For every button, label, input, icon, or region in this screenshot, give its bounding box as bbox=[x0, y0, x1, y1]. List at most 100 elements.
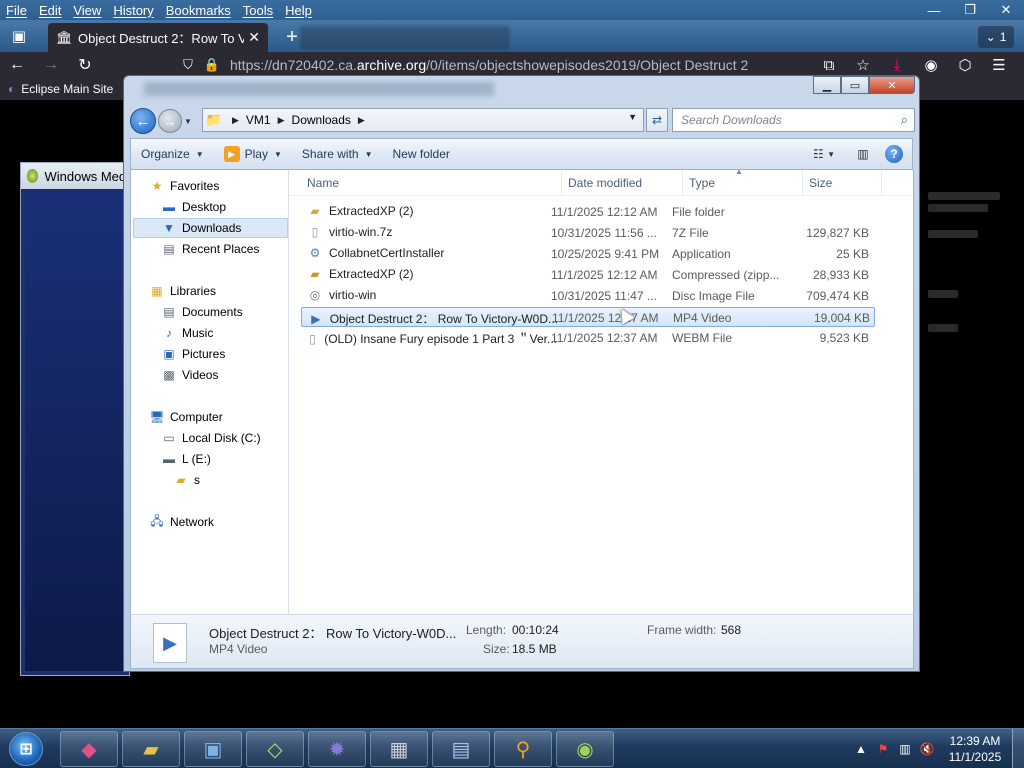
breadcrumb-chevron-icon[interactable]: ▶ bbox=[271, 115, 292, 126]
nav-network[interactable]: 🖧 Network bbox=[149, 512, 214, 532]
nav-folder-s[interactable]: ▰ s bbox=[173, 470, 200, 490]
column-divider[interactable] bbox=[561, 170, 562, 196]
column-divider[interactable] bbox=[682, 170, 683, 196]
file-row[interactable]: ▯ (OLD) Insane Fury episode 1 Part 3 ＂Ver… bbox=[301, 328, 875, 348]
url-text[interactable]: https://dn720402.ca.archive.org/0/items/… bbox=[224, 57, 816, 73]
file-row[interactable]: ◎ virtio-win 10/31/2025 11:47 ... Disc Im… bbox=[301, 286, 875, 306]
change-view-button[interactable]: ☷ ▼ bbox=[804, 142, 844, 166]
clock[interactable]: 12:39 AM 11/1/2025 bbox=[938, 733, 1012, 765]
wmp-titlebar[interactable]: Windows Medi bbox=[21, 163, 129, 189]
breadcrumb-chevron-icon[interactable]: ▶ bbox=[351, 115, 372, 126]
nav-music[interactable]: ♪ Music bbox=[161, 323, 213, 343]
firefox-view-icon[interactable]: ▣ bbox=[4, 24, 34, 48]
organize-button[interactable]: Organize ▼ bbox=[131, 142, 214, 166]
preview-pane-button[interactable]: ▥ bbox=[850, 142, 876, 166]
extensions-icon[interactable]: ⬡ bbox=[948, 56, 982, 74]
share-with-button[interactable]: Share with ▼ bbox=[292, 142, 383, 166]
reload-button[interactable]: ↻ bbox=[68, 52, 102, 78]
breadcrumb-downloads[interactable]: Downloads bbox=[292, 113, 351, 127]
action-center-icon[interactable]: ⚑ bbox=[872, 742, 894, 756]
network-tray-icon[interactable]: ▥ bbox=[894, 742, 916, 756]
tab-background-blurred[interactable] bbox=[300, 26, 510, 50]
explorer-minimize-button[interactable]: ▁ bbox=[813, 76, 841, 94]
list-all-tabs-button[interactable]: ⌄ 1 bbox=[978, 26, 1014, 48]
menu-bookmarks[interactable]: Bookmarks bbox=[160, 3, 237, 18]
taskbar-app-firefox[interactable]: ◆ bbox=[60, 731, 118, 767]
menu-edit[interactable]: Edit bbox=[33, 3, 67, 18]
search-icon[interactable]: ⌕ bbox=[901, 112, 908, 128]
nav-local-disk[interactable]: ▭ Local Disk (C:) bbox=[161, 428, 260, 448]
back-button[interactable]: ← bbox=[0, 52, 34, 78]
file-row[interactable]: ▰ ExtractedXP (2) 11/1/2025 12:12 AM Comp… bbox=[301, 265, 875, 285]
menu-tools[interactable]: Tools bbox=[237, 3, 279, 18]
help-button[interactable]: ? bbox=[882, 142, 906, 166]
play-button[interactable]: ▶ Play ▼ bbox=[214, 142, 292, 166]
taskbar-app-virus[interactable]: ✹ bbox=[308, 731, 366, 767]
forward-button[interactable]: → bbox=[34, 52, 68, 78]
show-hidden-icons-icon[interactable]: ▲ bbox=[850, 742, 872, 756]
taskbar-app-explorer[interactable]: ▰ bbox=[122, 731, 180, 767]
column-divider[interactable] bbox=[802, 170, 803, 196]
restore-button[interactable]: ❐ bbox=[952, 0, 988, 20]
column-type[interactable]: Type bbox=[689, 176, 715, 190]
file-row[interactable]: ▰ ExtractedXP (2) 11/1/2025 12:12 AM File… bbox=[301, 202, 875, 222]
nav-videos[interactable]: ▩ Videos bbox=[161, 365, 218, 385]
explorer-titlebar[interactable]: ▁ ▭ ✕ bbox=[124, 76, 919, 106]
menu-file[interactable]: File bbox=[0, 3, 33, 18]
share-with-label: Share with bbox=[301, 147, 359, 161]
file-row[interactable]: ▯ virtio-win.7z 10/31/2025 11:56 ... 7Z F… bbox=[301, 223, 875, 243]
new-folder-button[interactable]: New folder bbox=[383, 142, 460, 166]
refresh-button[interactable]: ⇄ bbox=[646, 108, 668, 132]
lock-icon[interactable]: 🔒 bbox=[200, 57, 224, 73]
column-date-modified[interactable]: Date modified bbox=[568, 176, 642, 190]
breadcrumb-chevron-icon[interactable]: ▶ bbox=[225, 115, 246, 126]
nav-libraries[interactable]: ▦ Libraries bbox=[149, 281, 216, 301]
taskbar-app-notes[interactable]: ◇ bbox=[246, 731, 304, 767]
menu-history[interactable]: History bbox=[107, 3, 159, 18]
taskbar-app-network-monitor[interactable]: ▤ bbox=[432, 731, 490, 767]
explorer-maximize-button[interactable]: ▭ bbox=[841, 76, 869, 94]
taskbar-app-media-player[interactable]: ◉ bbox=[556, 731, 614, 767]
explorer-forward-button[interactable]: → bbox=[158, 109, 182, 133]
close-button[interactable]: ✕ bbox=[988, 0, 1024, 20]
search-input[interactable]: Search Downloads ⌕ bbox=[672, 108, 915, 132]
explorer-back-button[interactable]: ← bbox=[130, 108, 156, 134]
tab-active[interactable]: 🏛 Object Destruct 2：Row To Vict ✕ bbox=[48, 23, 268, 52]
nav-desktop[interactable]: ▬ Desktop bbox=[161, 197, 226, 217]
nav-documents[interactable]: ▤ Documents bbox=[161, 302, 242, 322]
show-desktop-button[interactable] bbox=[1012, 729, 1024, 768]
downloads-icon[interactable]: ⤓ bbox=[880, 57, 914, 74]
nav-pictures[interactable]: ▣ Pictures bbox=[161, 344, 225, 364]
windows-media-player-window[interactable]: Windows Medi bbox=[20, 162, 130, 676]
breadcrumb-vm1[interactable]: VM1 bbox=[246, 113, 271, 127]
address-dropdown-icon[interactable]: ▼ bbox=[628, 112, 637, 122]
tab-close-icon[interactable]: ✕ bbox=[248, 29, 260, 46]
nav-drive-e[interactable]: ▬ L (E:) bbox=[161, 449, 211, 469]
start-button[interactable]: ⊞ bbox=[4, 729, 48, 768]
account-icon[interactable]: ◉ bbox=[914, 56, 948, 74]
taskbar-app-search[interactable]: ⚲ bbox=[494, 731, 552, 767]
column-divider[interactable] bbox=[881, 170, 882, 196]
recent-pages-dropdown-icon[interactable]: ▼ bbox=[184, 117, 194, 126]
nav-recent-places[interactable]: ▤ Recent Places bbox=[161, 239, 259, 259]
file-row-selected[interactable]: ▶ Object Destruct 2： Row To Victory-W0D..… bbox=[301, 307, 875, 327]
taskbar-app-remote-desktop[interactable]: ▣ bbox=[184, 731, 242, 767]
volume-muted-icon[interactable]: 🔇 bbox=[916, 742, 938, 756]
taskbar-app-calculator[interactable]: ▦ bbox=[370, 731, 428, 767]
menu-help[interactable]: Help bbox=[279, 3, 318, 18]
hamburger-menu-icon[interactable]: ☰ bbox=[982, 56, 1016, 74]
explorer-close-button[interactable]: ✕ bbox=[869, 76, 915, 94]
nav-downloads[interactable]: ▼ Downloads bbox=[133, 218, 288, 238]
nav-favorites[interactable]: ★ Favorites bbox=[149, 176, 220, 196]
column-size[interactable]: Size bbox=[809, 176, 832, 190]
minimize-button[interactable]: — bbox=[916, 0, 952, 20]
bookmark-star-icon[interactable]: ☆ bbox=[846, 56, 880, 74]
picture-in-picture-icon[interactable]: ⧉ bbox=[812, 57, 846, 74]
menu-view[interactable]: View bbox=[67, 3, 107, 18]
shield-icon[interactable]: ⛉ bbox=[176, 57, 200, 73]
file-row[interactable]: ⚙ CollabnetCertInstaller 10/25/2025 9:41 … bbox=[301, 244, 875, 264]
column-name[interactable]: Name bbox=[307, 176, 339, 190]
bookmark-eclipse-main-site[interactable]: Eclipse Main Site bbox=[21, 82, 113, 96]
nav-computer[interactable]: 🖥 Computer bbox=[149, 407, 222, 427]
breadcrumb[interactable]: 📁 ▶ VM1 ▶ Downloads ▶ ▼ bbox=[202, 108, 644, 132]
